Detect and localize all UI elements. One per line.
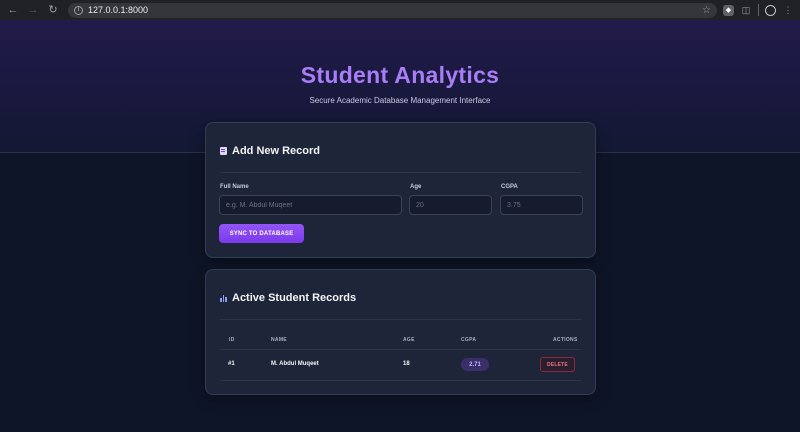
reload-icon[interactable]: ↻ xyxy=(46,3,60,17)
full-name-input[interactable] xyxy=(219,195,402,215)
page-title: Student Analytics xyxy=(300,62,500,88)
student-records-card: Active Student Records ID NAME AGE CGPA … xyxy=(205,269,596,395)
site-info-icon[interactable]: i xyxy=(74,5,83,15)
page-subtitle: Secure Academic Database Management Inte… xyxy=(309,96,491,105)
bar-chart-icon xyxy=(220,294,228,302)
document-icon xyxy=(220,147,227,155)
column-header-age: AGE xyxy=(403,337,415,343)
full-name-label: Full Name xyxy=(220,184,249,190)
browser-toolbar: ← → ↻ i 127.0.0.1:8000 ☆ ◆ ◫ ⋮ xyxy=(0,0,800,20)
profile-avatar-icon[interactable] xyxy=(765,4,776,16)
cgpa-input[interactable] xyxy=(500,195,583,215)
row-id: #1 xyxy=(228,361,235,367)
divider xyxy=(220,172,581,173)
column-header-actions: ACTIONS xyxy=(553,337,578,343)
column-header-id: ID xyxy=(229,337,235,343)
table-header-divider xyxy=(220,349,581,350)
cgpa-badge: 2.71 xyxy=(461,358,489,371)
toolbar-divider xyxy=(758,4,759,16)
records-title: Active Student Records xyxy=(232,292,357,304)
column-header-name: NAME xyxy=(271,337,287,343)
add-record-heading: Add New Record xyxy=(220,145,320,157)
browser-menu-icon[interactable]: ⋮ xyxy=(782,4,794,16)
table-row-divider xyxy=(220,380,581,381)
extensions-puzzle-icon[interactable]: ◫ xyxy=(740,4,752,16)
row-name: M. Abdul Muqeet xyxy=(271,361,319,367)
records-heading: Active Student Records xyxy=(220,292,356,304)
column-header-cgpa: CGPA xyxy=(461,337,477,343)
forward-icon[interactable]: → xyxy=(26,3,40,17)
bookmark-star-icon[interactable]: ☆ xyxy=(702,5,711,16)
address-bar[interactable]: i 127.0.0.1:8000 ☆ xyxy=(68,2,717,18)
back-icon[interactable]: ← xyxy=(6,3,20,17)
add-record-title: Add New Record xyxy=(232,145,321,157)
delete-button[interactable]: DELETE xyxy=(540,357,575,372)
age-label: Age xyxy=(410,184,422,190)
cgpa-label: CGPA xyxy=(501,184,518,190)
extension-shield-icon[interactable]: ◆ xyxy=(723,4,734,16)
address-url[interactable]: 127.0.0.1:8000 xyxy=(88,5,697,15)
page: Student Analytics Secure Academic Databa… xyxy=(0,20,800,432)
sync-to-database-button[interactable]: SYNC TO DATABASE xyxy=(219,224,304,243)
age-input[interactable] xyxy=(409,195,492,215)
add-record-card: Add New Record Full Name Age CGPA SYNC T… xyxy=(205,122,596,258)
divider xyxy=(220,319,581,320)
row-age: 18 xyxy=(403,361,410,367)
